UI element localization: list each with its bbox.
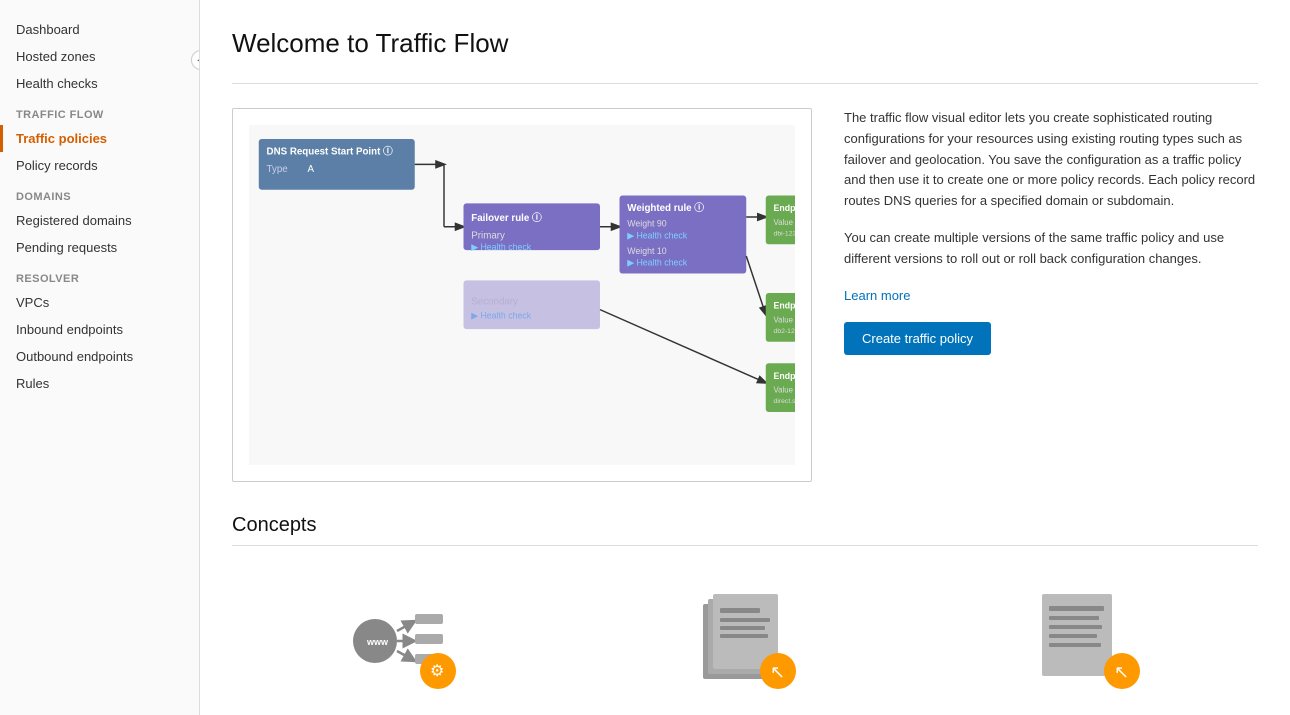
main-content: Welcome to Traffic Flow DNS Request Star…: [200, 0, 1290, 715]
sidebar-section-traffic-flow: Traffic flow: [0, 97, 199, 125]
svg-text:db2-123345.us-east-1.elb.amazo: db2-123345.us-east-1.elb.amazonaws.com: [774, 328, 795, 335]
concepts-title: Concepts: [232, 514, 1258, 537]
concept-traffic-policies-icon: ↖: [685, 586, 805, 696]
concept-policy-records-icon: ↖: [1027, 586, 1147, 696]
svg-text:Type: Type: [267, 164, 288, 175]
welcome-section: DNS Request Start Point ⓘ Type A Failove…: [232, 108, 1258, 482]
sidebar-item-registered-domains[interactable]: Registered domains: [0, 207, 199, 234]
concept-traffic-policies: ↖: [574, 570, 916, 712]
concepts-grid: www ⚙: [232, 570, 1258, 712]
svg-text:Endpoint ⓘ: Endpoint ⓘ: [774, 202, 795, 213]
svg-text:www: www: [366, 637, 389, 647]
sidebar-item-rules[interactable]: Rules: [0, 370, 199, 397]
sidebar-section-domains: Domains: [0, 179, 199, 207]
sidebar: ◀ Dashboard Hosted zones Health checks T…: [0, 0, 200, 715]
sidebar-item-traffic-policies[interactable]: Traffic policies: [0, 125, 199, 152]
traffic-flow-diagram: DNS Request Start Point ⓘ Type A Failove…: [232, 108, 812, 482]
concept-visual-editor-icon: www ⚙: [343, 586, 463, 696]
description-text-2: You can create multiple versions of the …: [844, 228, 1258, 270]
svg-text:Weight 90: Weight 90: [627, 219, 666, 229]
concepts-divider: [232, 545, 1258, 546]
svg-text:Value ELB: Value ELB: [774, 218, 795, 227]
svg-text:Failover rule ⓘ: Failover rule ⓘ: [471, 211, 542, 224]
sidebar-item-health-checks[interactable]: Health checks: [0, 70, 199, 97]
sidebar-item-inbound-endpoints[interactable]: Inbound endpoints: [0, 316, 199, 343]
svg-text:Endpoint ⓘ: Endpoint ⓘ: [774, 370, 795, 381]
svg-text:Weighted rule ⓘ: Weighted rule ⓘ: [627, 201, 704, 214]
svg-text:Endpoint ⓘ: Endpoint ⓘ: [774, 300, 795, 311]
sidebar-item-outbound-endpoints[interactable]: Outbound endpoints: [0, 343, 199, 370]
page-title: Welcome to Traffic Flow: [232, 28, 1258, 59]
svg-text:Value S3: Value S3: [774, 385, 795, 394]
svg-text:dbi-123345.us-east-1.elb.amazo: dbi-123345.us-east-1.elb.amazonaws.com: [774, 231, 795, 238]
svg-text:Value ELB: Value ELB: [774, 315, 795, 324]
svg-text:▶ Health check: ▶ Health check: [471, 242, 531, 252]
description-text-1: The traffic flow visual editor lets you …: [844, 108, 1258, 212]
svg-text:▶ Health check: ▶ Health check: [627, 230, 687, 240]
learn-more-link[interactable]: Learn more: [844, 286, 1258, 307]
svg-text:Primary: Primary: [471, 230, 505, 241]
concept-policy-records: ↖: [916, 570, 1258, 712]
svg-text:Weight 10: Weight 10: [627, 246, 666, 256]
svg-text:A: A: [308, 164, 315, 175]
svg-text:⚙: ⚙: [430, 663, 444, 680]
svg-text:DNS Request Start Point ⓘ: DNS Request Start Point ⓘ: [267, 145, 393, 158]
sidebar-section-resolver: Resolver: [0, 261, 199, 289]
svg-text:↖: ↖: [1114, 662, 1129, 682]
sidebar-item-hosted-zones[interactable]: Hosted zones: [0, 43, 199, 70]
description-panel: The traffic flow visual editor lets you …: [844, 108, 1258, 482]
sidebar-item-dashboard[interactable]: Dashboard: [0, 16, 199, 43]
svg-text:▶ Health check: ▶ Health check: [627, 258, 687, 268]
svg-text:↖: ↖: [770, 662, 785, 682]
sidebar-item-pending-requests[interactable]: Pending requests: [0, 234, 199, 261]
concept-visual-editor: www ⚙: [232, 570, 574, 712]
sidebar-item-policy-records[interactable]: Policy records: [0, 152, 199, 179]
sidebar-item-vpcs[interactable]: VPCs: [0, 289, 199, 316]
title-divider: [232, 83, 1258, 84]
create-traffic-policy-button[interactable]: Create traffic policy: [844, 322, 991, 355]
svg-text:direct.s3-website.us-east-1.am: direct.s3-website.us-east-1.amazonaws.co…: [774, 398, 795, 405]
